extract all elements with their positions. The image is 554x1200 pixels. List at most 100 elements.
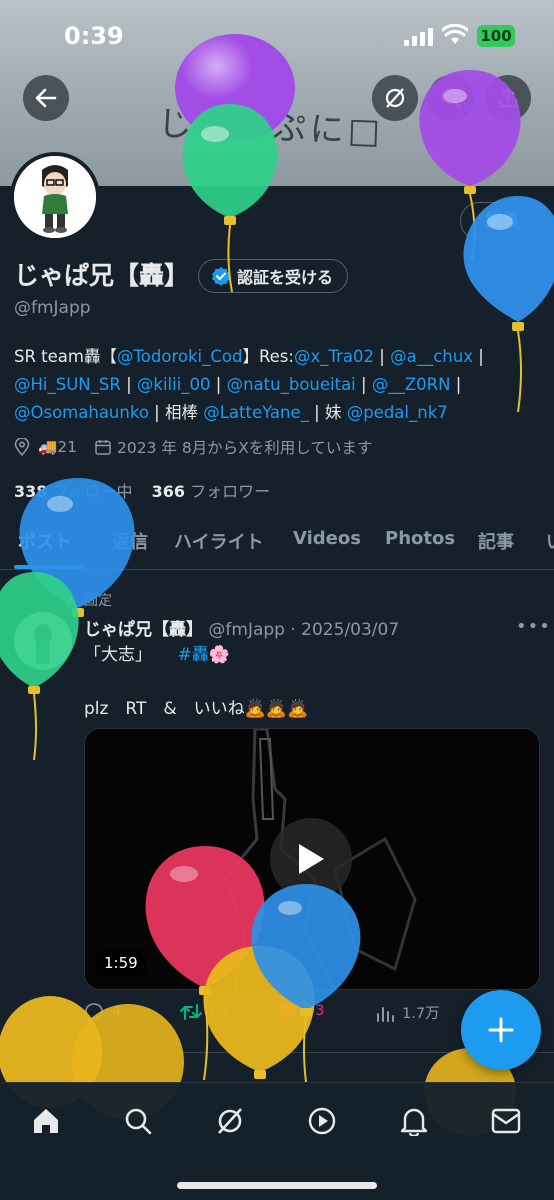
tab-videos[interactable]: Videos bbox=[293, 528, 361, 549]
tweet-avatar-image bbox=[14, 612, 72, 670]
search-icon bbox=[440, 87, 462, 109]
bio-separator: | bbox=[450, 375, 462, 394]
nav-grok[interactable] bbox=[210, 1101, 250, 1141]
profile-bio: SR team轟【@Todoroki_Cod】Res:@x_Tra02 | @a… bbox=[14, 343, 544, 427]
followers-link[interactable]: 366 フォロワー bbox=[152, 482, 271, 501]
bio-mention[interactable]: @pedal_nk7 bbox=[347, 403, 448, 422]
back-button[interactable] bbox=[23, 75, 69, 121]
grok-button[interactable] bbox=[372, 75, 418, 121]
more-icon[interactable]: ••• bbox=[516, 616, 551, 637]
tab-posts[interactable]: ポスト bbox=[18, 528, 72, 554]
nav-home[interactable] bbox=[26, 1101, 66, 1141]
avatar-illustration bbox=[14, 156, 96, 238]
tab-likes[interactable]: い bbox=[546, 528, 554, 554]
play-icon bbox=[308, 1107, 336, 1135]
retweet-count: 68 bbox=[210, 1004, 229, 1020]
nav-videos[interactable] bbox=[302, 1101, 342, 1141]
tweet-text-line2: plz RT & いいね🙇🙇🙇 bbox=[84, 699, 309, 719]
get-verified-button[interactable]: 認証を受ける bbox=[198, 259, 349, 293]
bio-text: SR team轟【 bbox=[14, 347, 117, 366]
bio-mention[interactable]: @Hi_SUN_SR bbox=[14, 375, 121, 394]
bio-separator: | bbox=[472, 347, 484, 366]
profile-avatar[interactable] bbox=[10, 152, 100, 242]
profile-tabs: ポスト 返信 ハイライト Videos Photos 記事 い bbox=[0, 514, 554, 570]
bio-text: | 相棒 bbox=[148, 403, 204, 422]
tweet-avatar[interactable] bbox=[14, 612, 72, 670]
bio-mention[interactable]: @__Z0RN bbox=[372, 375, 451, 394]
profile-joined: 2023 年 8月からXを利用しています bbox=[117, 439, 373, 457]
tweet-hashtag[interactable]: #轟🌸 bbox=[178, 645, 230, 665]
tweet-text-line1: 「大志」 #轟🌸 bbox=[84, 640, 230, 665]
wifi-icon bbox=[442, 24, 468, 44]
bio-separator: | bbox=[210, 375, 227, 394]
following-link[interactable]: 338 フォロー中 bbox=[14, 482, 133, 501]
tweet-header: じゃぱ兄【轟】 @fmJapp · 2025/03/07 bbox=[84, 615, 399, 640]
tab-replies[interactable]: 返信 bbox=[112, 528, 148, 554]
tab-photos[interactable]: Photos bbox=[385, 528, 455, 549]
followers-label: フォロワー bbox=[190, 482, 271, 501]
bio-mention[interactable]: @kilii_00 bbox=[137, 375, 211, 394]
following-label: フォロー中 bbox=[52, 482, 133, 501]
bio-separator: | bbox=[355, 375, 372, 394]
reply-icon bbox=[85, 1003, 103, 1022]
grok-icon bbox=[218, 1108, 242, 1134]
status-bar: 0:39 100 bbox=[0, 0, 554, 75]
tweet-text: 「大志」 bbox=[84, 645, 144, 665]
bio-mention[interactable]: @x_Tra02 bbox=[294, 347, 374, 366]
banner-handwriting: じ ぷに□ bbox=[157, 104, 385, 152]
profile-location: 🚚21 bbox=[38, 438, 78, 456]
views-count: 1.7万 bbox=[402, 1006, 440, 1022]
play-icon bbox=[299, 844, 324, 874]
bio-mention[interactable]: @a__chux bbox=[390, 347, 473, 366]
status-time: 0:39 bbox=[64, 22, 124, 50]
heart-icon bbox=[278, 1002, 298, 1019]
plus-icon bbox=[488, 1017, 514, 1043]
bio-separator: | bbox=[120, 375, 137, 394]
bio-mention[interactable]: @Todoroki_Cod bbox=[117, 347, 242, 366]
bell-icon bbox=[400, 1108, 428, 1136]
calendar-icon bbox=[95, 440, 111, 455]
play-button[interactable] bbox=[270, 818, 352, 900]
search-button[interactable] bbox=[428, 75, 474, 121]
signal-icon bbox=[404, 28, 433, 46]
reply-count: 4 bbox=[112, 1004, 122, 1020]
bio-mention[interactable]: @LatteYane_ bbox=[203, 403, 309, 422]
bio-text: | 妹 bbox=[308, 403, 347, 422]
like-count: 93 bbox=[306, 1003, 325, 1019]
compose-button[interactable] bbox=[461, 990, 541, 1070]
profile-meta: 🚚21 2023 年 8月からXを利用しています bbox=[14, 436, 372, 458]
followers-count: 366 bbox=[151, 482, 186, 501]
edit-profile-button[interactable]: 編集 bbox=[460, 202, 544, 240]
grok-icon bbox=[385, 88, 405, 108]
tab-highlights[interactable]: ハイライト bbox=[174, 528, 264, 554]
bio-separator: | bbox=[374, 347, 391, 366]
reply-button[interactable]: 4 bbox=[84, 1002, 121, 1022]
tweet-author-name[interactable]: じゃぱ兄【轟】 bbox=[84, 620, 203, 640]
display-name: じゃぱ兄【轟】 bbox=[14, 261, 190, 290]
share-icon bbox=[498, 87, 518, 108]
get-verified-label: 認証を受ける bbox=[237, 268, 334, 287]
following-count: 338 bbox=[14, 482, 48, 501]
pin-icon bbox=[61, 592, 75, 607]
tweet-handle-date[interactable]: @fmJapp · 2025/03/07 bbox=[208, 620, 399, 640]
views-button[interactable]: 1.7万 bbox=[376, 1002, 440, 1023]
bio-text: 】Res: bbox=[242, 347, 294, 366]
bio-mention[interactable]: @Osomahaunko bbox=[14, 403, 149, 422]
nav-notifications[interactable] bbox=[394, 1101, 434, 1141]
profile-handle: @fmJapp bbox=[14, 298, 91, 318]
tab-articles[interactable]: 記事 bbox=[478, 528, 514, 554]
home-icon bbox=[34, 1109, 58, 1133]
video-duration: 1:59 bbox=[96, 950, 146, 976]
nav-search[interactable] bbox=[118, 1101, 158, 1141]
nav-messages[interactable] bbox=[486, 1101, 526, 1141]
home-indicator bbox=[177, 1182, 377, 1189]
share-button[interactable] bbox=[485, 75, 531, 121]
retweet-button[interactable]: 68 bbox=[180, 1002, 228, 1022]
arrow-left-icon bbox=[35, 88, 57, 108]
active-tab-indicator bbox=[14, 565, 84, 569]
bio-mention[interactable]: @natu_boueitai bbox=[227, 375, 356, 394]
location-pin-icon bbox=[14, 438, 30, 456]
verified-badge-icon bbox=[212, 267, 230, 286]
like-button[interactable]: 93 bbox=[278, 1002, 324, 1020]
mail-icon bbox=[491, 1108, 521, 1134]
